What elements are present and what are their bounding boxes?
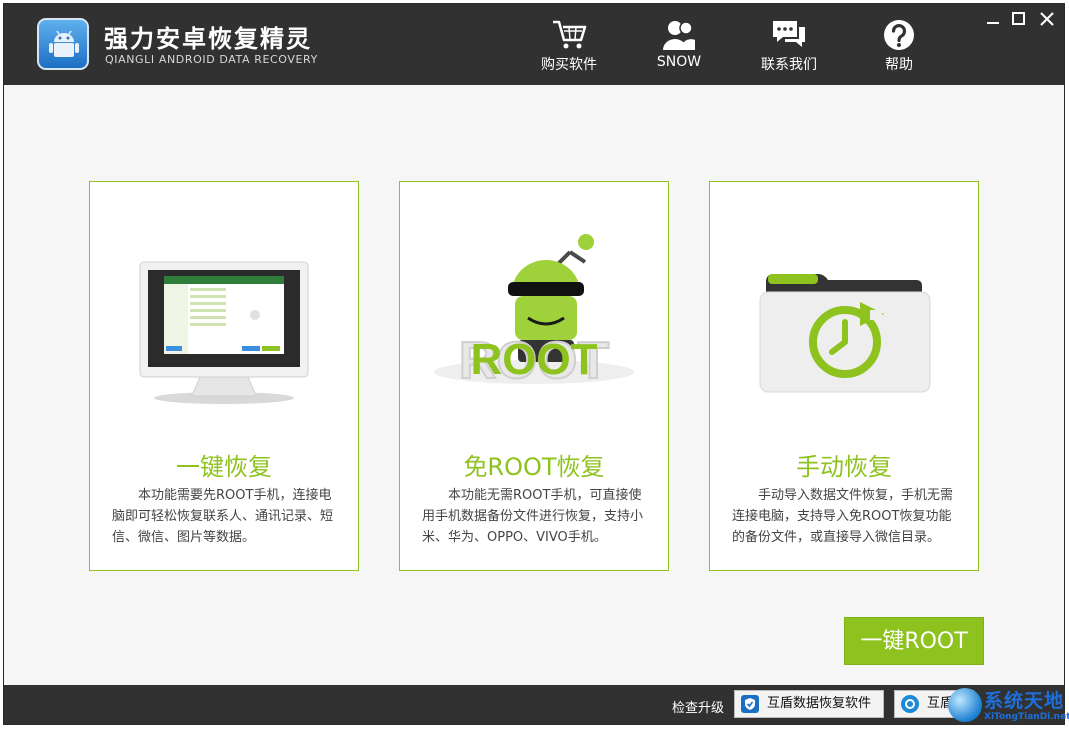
- help-question-icon: [884, 20, 914, 50]
- maximize-icon: [1012, 12, 1025, 25]
- buy-software-button[interactable]: 购买软件: [529, 18, 609, 78]
- minimize-icon: [987, 22, 999, 24]
- app-title: 强力安卓恢复精灵: [104, 25, 312, 53]
- shopping-cart-icon: [553, 20, 587, 49]
- close-button[interactable]: [1036, 8, 1058, 30]
- status-bar: 检查升级 互盾数据恢复软件 互盾: [4, 685, 1064, 724]
- hudun-recovery-button[interactable]: 互盾数据恢复软件: [734, 690, 884, 718]
- contact-us-button[interactable]: 联系我们: [749, 18, 829, 78]
- site-watermark: 系统天地 XiTongTianDi.net: [946, 684, 1069, 726]
- one-click-recovery-card[interactable]: 一键恢复 本功能需要先ROOT手机，连接电脑即可轻松恢复联系人、通讯记录、短信、…: [89, 181, 359, 571]
- minimize-button[interactable]: [982, 8, 1004, 30]
- chat-bubbles-icon: [773, 21, 805, 47]
- buy-software-label: 购买软件: [541, 57, 597, 73]
- card-title: 免ROOT恢复: [463, 453, 605, 481]
- monitor-icon: [139, 261, 309, 404]
- card-description: 本功能无需ROOT手机，可直接使用手机数据备份文件进行恢复，支持小米、华为、OP…: [422, 488, 644, 545]
- watermark-text: 系统天地: [984, 690, 1065, 712]
- check-update-link[interactable]: 检查升级: [672, 697, 724, 716]
- card-title: 一键恢复: [176, 453, 272, 481]
- manual-recovery-card[interactable]: 手动恢复 手动导入数据文件恢复，手机无需连接电脑，支持导入免ROOT恢复功能的备…: [709, 181, 979, 571]
- globe-icon: [948, 688, 982, 722]
- title-bar: 强力安卓恢复精灵 QIANGLI ANDROID DATA RECOVERY 购…: [4, 4, 1064, 85]
- hudun-recovery-label: 互盾数据恢复软件: [767, 696, 872, 711]
- card-description: 本功能需要先ROOT手机，连接电脑即可轻松恢复联系人、通讯记录、短信、微信、图片…: [112, 488, 334, 545]
- username-label: SNOW: [656, 54, 702, 70]
- folder-restore-icon: [759, 274, 931, 393]
- close-icon: [1040, 12, 1054, 26]
- android-logo-icon: [49, 30, 79, 57]
- one-click-root-button[interactable]: 一键ROOT: [844, 617, 984, 665]
- main-content: 一键恢复 本功能需要先ROOT手机，连接电脑即可轻松恢复联系人、通讯记录、短信、…: [4, 85, 1064, 685]
- maximize-button[interactable]: [1008, 8, 1030, 30]
- help-button[interactable]: 帮助: [859, 18, 939, 78]
- app-subtitle: QIANGLI ANDROID DATA RECOVERY: [105, 53, 318, 66]
- card-title: 手动恢复: [796, 453, 892, 481]
- app-window: 强力安卓恢复精灵 QIANGLI ANDROID DATA RECOVERY 购…: [3, 3, 1065, 725]
- root-badge-text-front: ROOT: [470, 335, 597, 384]
- circle-shield-icon: [901, 695, 919, 713]
- app-logo: [37, 18, 89, 70]
- shield-icon: [741, 695, 759, 713]
- contact-us-label: 联系我们: [761, 57, 817, 73]
- help-label: 帮助: [885, 57, 913, 73]
- card-description: 手动导入数据文件恢复，手机无需连接电脑，支持导入免ROOT恢复功能的备份文件，或…: [732, 488, 954, 545]
- watermark-subtext: XiTongTianDi.net: [984, 712, 1069, 722]
- user-group-icon: [663, 21, 695, 50]
- user-account-button[interactable]: SNOW: [639, 18, 719, 78]
- android-root-icon: ROOT ROOT: [434, 234, 634, 391]
- no-root-recovery-card[interactable]: ROOT ROOT 免ROOT恢复 本功能无需ROOT手机，可直接使用手机数据备…: [399, 181, 669, 571]
